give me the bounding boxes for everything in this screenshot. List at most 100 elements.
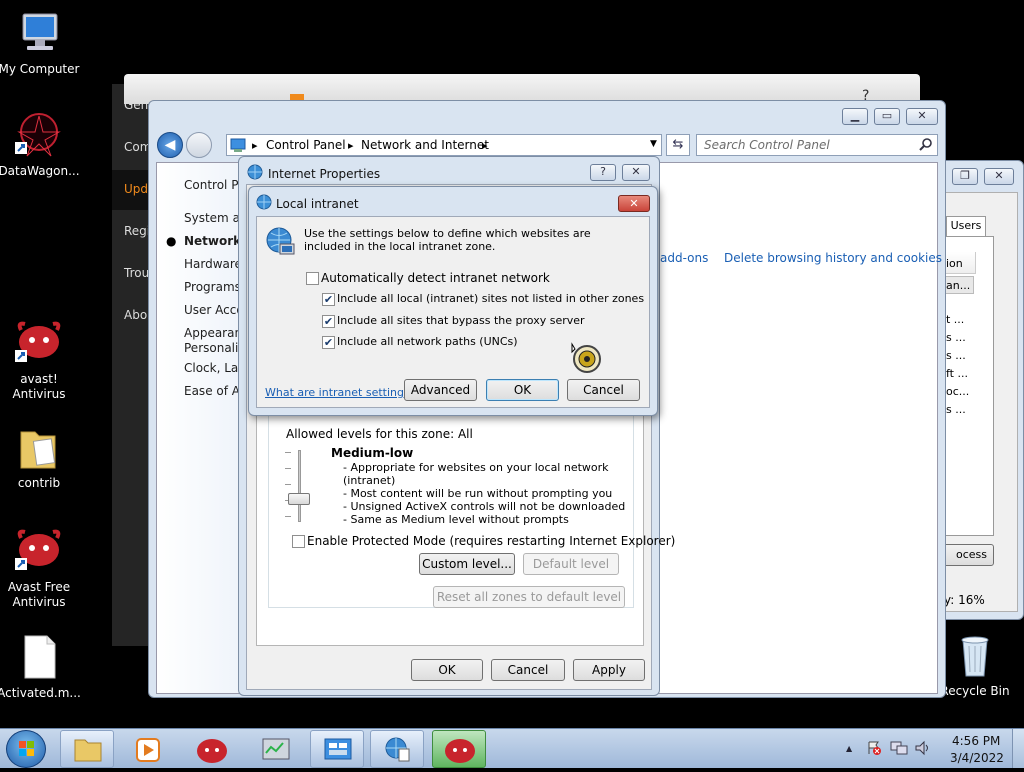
include-proxy-bypass-checkbox[interactable]: ✔	[322, 315, 335, 328]
taskbar-media-player[interactable]	[120, 730, 174, 768]
desktop-icon-label: contrib	[17, 476, 61, 490]
ok-button[interactable]: OK	[411, 659, 483, 681]
table-row: s ...	[946, 331, 966, 344]
slider-tick	[285, 452, 291, 453]
column-header-label: ion	[946, 257, 963, 270]
action-center-icon[interactable]	[866, 740, 882, 756]
cancel-button[interactable]: Cancel	[567, 379, 640, 401]
desktop-icon-activated-file[interactable]: Activated.m...	[0, 634, 82, 701]
internet-properties-icon	[385, 737, 410, 762]
nav-programs[interactable]: Programs	[184, 280, 241, 294]
taskbar-internet-properties[interactable]	[370, 730, 424, 768]
taskbar-avast-active[interactable]	[432, 730, 486, 768]
cancel-button[interactable]: Cancel	[491, 659, 565, 681]
network-icon[interactable]	[890, 740, 908, 756]
table-row: ft ...	[946, 367, 968, 380]
breadcrumb-control-panel[interactable]: Control Panel	[266, 138, 346, 152]
volume-icon[interactable]	[914, 740, 932, 756]
link-manage-addons[interactable]: add-ons	[660, 251, 708, 265]
maximize-button[interactable]: ▭	[874, 108, 900, 125]
ok-button[interactable]: OK	[486, 379, 559, 401]
level-description-line: - Same as Medium level without prompts	[343, 513, 569, 526]
desktop-icon-avast[interactable]: avast! Antivirus	[0, 320, 82, 402]
local-intranet-title: Local intranet	[276, 197, 359, 211]
avast-sidebar-item[interactable]: Regi	[124, 224, 150, 238]
breadcrumb-network-internet[interactable]: Network and Internet	[361, 138, 489, 152]
start-button[interactable]	[6, 730, 46, 768]
breadcrumb-separator: ▸	[252, 139, 258, 152]
nav-control-panel-home[interactable]: Control Pa	[184, 178, 245, 192]
desktop-icon-avast-free[interactable]: Avast Free Antivirus	[0, 528, 82, 610]
desktop-icon-label: My Computer	[0, 62, 80, 76]
back-button[interactable]: ◀	[157, 132, 183, 158]
document-icon	[15, 634, 63, 682]
slider-tick	[285, 484, 291, 485]
avast-icon	[445, 739, 475, 763]
avast-sidebar-item[interactable]: Abo	[124, 308, 147, 322]
taskbar-explorer[interactable]	[60, 730, 114, 768]
desktop-icon-label: DataWagon...	[0, 164, 80, 178]
include-local-sites-checkbox[interactable]: ✔	[322, 293, 335, 306]
clock-time[interactable]: 4:56 PM	[952, 734, 1000, 748]
avast-sidebar-item[interactable]: Gen	[124, 98, 148, 112]
taskbar-control-panel[interactable]	[310, 730, 364, 768]
search-icon[interactable]	[918, 137, 934, 153]
reset-all-zones-button[interactable]: Reset all zones to default level	[433, 586, 625, 608]
close-button[interactable]: ✕	[984, 168, 1014, 185]
local-intranet-icon	[256, 194, 272, 210]
control-panel-icon	[324, 738, 352, 760]
clock-date[interactable]: 3/4/2022	[950, 751, 1004, 765]
address-dropdown-icon[interactable]: ▼	[650, 139, 657, 149]
security-slider-thumb[interactable]	[288, 493, 310, 505]
close-button[interactable]: ✕	[906, 108, 938, 125]
level-title: Medium-low	[331, 446, 414, 460]
table-row: oc...	[946, 385, 970, 398]
nav-active-bullet: ●	[166, 234, 177, 248]
close-button[interactable]: ✕	[618, 195, 650, 212]
cpu-usage-status: y: 16%	[944, 593, 985, 607]
slider-tick	[285, 516, 291, 517]
tab-users[interactable]: Users	[946, 216, 986, 236]
apply-button[interactable]: Apply	[573, 659, 645, 681]
help-button[interactable]: ?	[590, 164, 616, 181]
forward-button[interactable]	[186, 132, 212, 158]
intranet-description: Use the settings below to define which w…	[304, 227, 591, 253]
include-unc-paths-checkbox[interactable]: ✔	[322, 336, 335, 349]
custom-level-button[interactable]: Custom level...	[419, 553, 515, 575]
slider-tick	[285, 468, 291, 469]
avast-free-shortcut-icon	[15, 528, 63, 576]
folder-icon	[15, 424, 63, 472]
minimize-button[interactable]: ▁	[842, 108, 868, 125]
protected-mode-label: Enable Protected Mode (requires restarti…	[307, 534, 676, 548]
default-level-button[interactable]: Default level	[523, 553, 619, 575]
nav-user-accounts[interactable]: User Acco	[184, 303, 244, 317]
windows-logo-icon	[19, 741, 34, 756]
nav-hardware[interactable]: Hardware	[184, 257, 242, 271]
table-row: s ...	[946, 403, 966, 416]
desktop-icon-contrib[interactable]: contrib	[0, 424, 82, 491]
desktop-icon-datawagon[interactable]: DataWagon...	[0, 112, 82, 179]
restore-button[interactable]: ❐	[952, 168, 978, 185]
refresh-button[interactable]: ⇆	[666, 134, 690, 156]
allowed-levels-label: Allowed levels for this zone: All	[286, 427, 473, 441]
close-button[interactable]: ✕	[622, 164, 650, 181]
auto-detect-intranet-checkbox[interactable]	[306, 272, 319, 285]
desktop-icon-my-computer[interactable]: My Computer	[0, 10, 82, 77]
avast-sidebar-item[interactable]: Trou	[124, 266, 149, 280]
tray-overflow-arrow[interactable]: ▲	[846, 744, 852, 753]
protected-mode-checkbox[interactable]	[292, 535, 305, 548]
auto-detect-intranet-label: Automatically detect intranet network	[321, 271, 550, 285]
nav-personalization[interactable]: Personaliz	[184, 341, 245, 355]
intranet-settings-help-link[interactable]: What are intranet settings?	[265, 386, 416, 399]
link-delete-browsing-history[interactable]: Delete browsing history and cookies	[724, 251, 942, 265]
taskbar-avast[interactable]	[184, 730, 238, 768]
avast-sidebar-item[interactable]: Upd	[124, 182, 148, 196]
show-desktop-button[interactable]	[1012, 729, 1024, 768]
nav-clock-language[interactable]: Clock, Lan	[184, 361, 246, 375]
computer-icon	[15, 10, 63, 58]
advanced-button[interactable]: Advanced	[404, 379, 477, 401]
taskbar-task-manager[interactable]	[248, 730, 302, 768]
table-row: an...	[946, 279, 971, 292]
level-description-line: - Most content will be run without promp…	[343, 487, 613, 500]
avast-icon	[197, 739, 227, 763]
